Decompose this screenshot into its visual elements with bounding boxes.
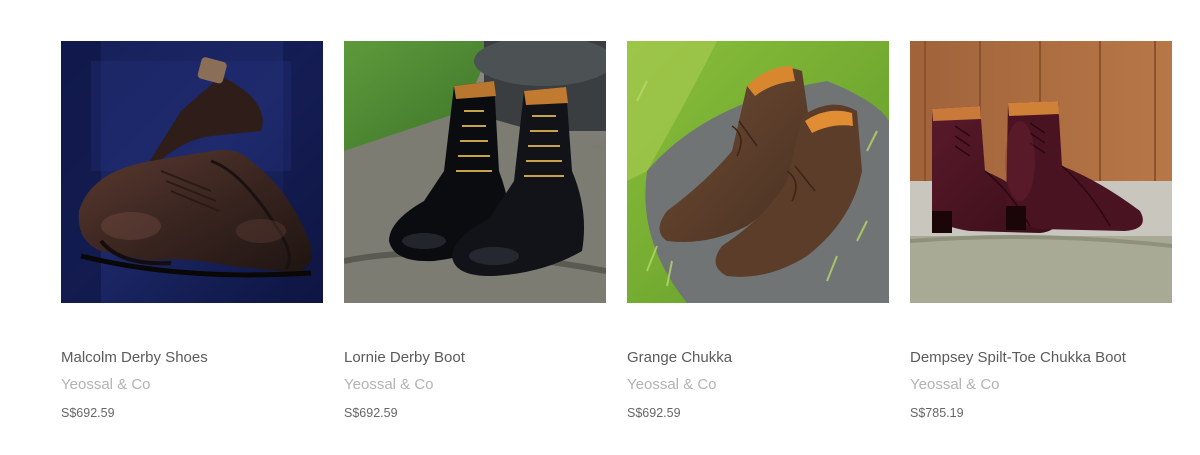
product-price: S$785.19 xyxy=(910,406,964,420)
product-price: S$692.59 xyxy=(61,406,115,420)
product-brand: Yeossal & Co xyxy=(344,376,434,393)
product-card-malcolm-derby-shoes[interactable]: Malcolm Derby Shoes Yeossal & Co S$692.5… xyxy=(61,41,323,421)
product-image[interactable] xyxy=(627,41,889,303)
product-title[interactable]: Dempsey Spilt-Toe Chukka Boot xyxy=(910,348,1172,368)
product-brand: Yeossal & Co xyxy=(910,376,1000,393)
product-title[interactable]: Malcolm Derby Shoes xyxy=(61,348,323,368)
black-derby-boots-photo xyxy=(344,41,606,303)
product-card-lornie-derby-boot[interactable]: Lornie Derby Boot Yeossal & Co S$692.59 xyxy=(344,41,606,421)
brown-derby-shoes-photo xyxy=(61,41,323,303)
product-brand: Yeossal & Co xyxy=(61,376,151,393)
burgundy-chukka-boots-photo xyxy=(910,41,1172,303)
product-price: S$692.59 xyxy=(627,406,681,420)
suede-chukka-boots-photo xyxy=(627,41,889,303)
product-title[interactable]: Grange Chukka xyxy=(627,348,889,368)
product-title[interactable]: Lornie Derby Boot xyxy=(344,348,606,368)
product-grid: Malcolm Derby Shoes Yeossal & Co S$692.5… xyxy=(61,41,1172,421)
product-price: S$692.59 xyxy=(344,406,398,420)
product-card-grange-chukka[interactable]: Grange Chukka Yeossal & Co S$692.59 xyxy=(627,41,889,421)
product-image[interactable] xyxy=(61,41,323,303)
product-card-dempsey-chukka-boot[interactable]: Dempsey Spilt-Toe Chukka Boot Yeossal & … xyxy=(910,41,1172,421)
product-image[interactable] xyxy=(910,41,1172,303)
product-image[interactable] xyxy=(344,41,606,303)
product-brand: Yeossal & Co xyxy=(627,376,717,393)
